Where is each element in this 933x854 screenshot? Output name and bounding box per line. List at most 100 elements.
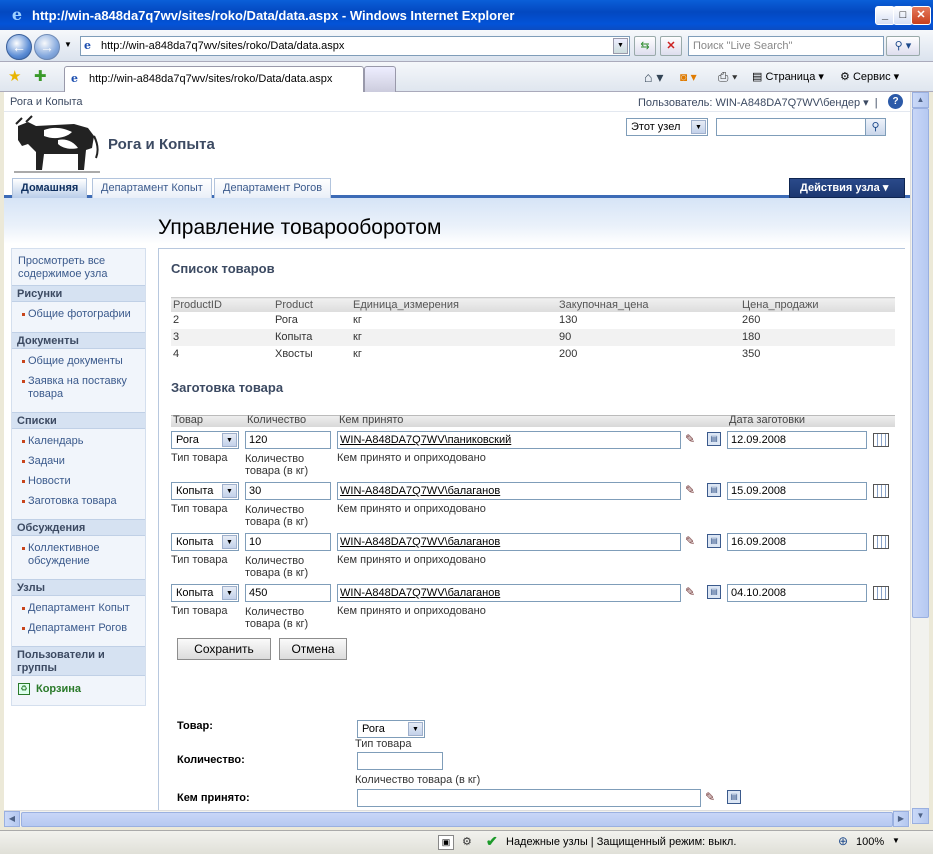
zoom-level[interactable]: 100%	[856, 836, 884, 848]
quantity-input[interactable]: 120	[245, 431, 331, 449]
help-icon[interactable]: ?	[888, 94, 903, 109]
column-header[interactable]: Закупочная_цена	[557, 297, 740, 312]
date-input[interactable]: 16.09.2008	[727, 533, 867, 551]
site-search-icon[interactable]: ⚲	[865, 119, 885, 135]
nav-heading-pictures[interactable]: Рисунки	[12, 285, 145, 302]
forward-button[interactable]: →	[34, 34, 60, 60]
maximize-button[interactable]: □	[893, 6, 913, 25]
security-icon[interactable]: ⚙	[462, 835, 472, 848]
address-book-icon[interactable]: ▤	[707, 483, 721, 497]
scope-dropdown-icon[interactable]: ▼	[691, 120, 706, 134]
calendar-icon[interactable]	[873, 484, 889, 498]
calendar-icon[interactable]	[873, 535, 889, 549]
check-names-icon[interactable]: ✎	[705, 790, 723, 806]
vertical-scrollbar[interactable]: ▲ ▼	[910, 92, 929, 824]
form-received-by-field[interactable]	[357, 789, 701, 807]
form-product-select[interactable]: Рога ▼	[357, 720, 425, 738]
column-header[interactable]: ProductID	[171, 297, 273, 312]
breadcrumb[interactable]: Рога и Копыта	[10, 96, 83, 108]
nav-heading-lists[interactable]: Списки	[12, 412, 145, 429]
check-names-icon[interactable]: ✎	[685, 483, 703, 499]
nav-heading-discussions[interactable]: Обсуждения	[12, 519, 145, 536]
print-icon[interactable]: ⎙ ▾	[718, 68, 737, 86]
received-by-field[interactable]: WIN-A848DA7Q7WV\балаганов	[337, 482, 681, 500]
page-menu[interactable]: ▤ Страница ▾	[752, 68, 824, 86]
popup-blocked-icon[interactable]: ▣	[438, 835, 454, 850]
search-button[interactable]: ⚲ ▾	[886, 36, 920, 56]
tab-dept-hooves[interactable]: Департамент Копыт	[92, 178, 212, 198]
new-tab-button[interactable]	[364, 66, 396, 92]
nav-item-team-discussion[interactable]: Коллективное обсуждение	[22, 542, 142, 568]
date-input[interactable]: 04.10.2008	[727, 584, 867, 602]
date-input[interactable]: 15.09.2008	[727, 482, 867, 500]
history-dropdown-icon[interactable]: ▼	[64, 40, 72, 49]
nav-item-procurement[interactable]: Заготовка товара	[22, 495, 142, 508]
tools-menu[interactable]: ⚙ Сервис ▾	[840, 68, 899, 86]
vertical-scroll-thumb[interactable]	[912, 108, 929, 618]
back-button[interactable]: ←	[6, 34, 32, 60]
product-select[interactable]: Копыта ▼	[171, 584, 239, 602]
address-book-icon[interactable]: ▤	[707, 534, 721, 548]
received-by-field[interactable]: WIN-A848DA7Q7WV\балаганов	[337, 533, 681, 551]
form-quantity-input[interactable]	[357, 752, 443, 770]
check-names-icon[interactable]: ✎	[685, 534, 703, 550]
product-select[interactable]: Копыта ▼	[171, 482, 239, 500]
address-book-icon[interactable]: ▤	[707, 432, 721, 446]
save-button[interactable]: Сохранить	[177, 638, 271, 660]
site-actions-menu[interactable]: Действия узла ▾	[789, 178, 905, 198]
check-names-icon[interactable]: ✎	[685, 585, 703, 601]
check-names-icon[interactable]: ✎	[685, 432, 703, 448]
quantity-input[interactable]: 10	[245, 533, 331, 551]
calendar-icon[interactable]	[873, 586, 889, 600]
product-select[interactable]: Рога ▼	[171, 431, 239, 449]
scroll-down-icon[interactable]: ▼	[912, 808, 929, 824]
nav-heading-people[interactable]: Пользователи и группы	[12, 646, 145, 676]
favorites-star-icon[interactable]: ★	[8, 68, 21, 86]
column-header[interactable]: Единица_измерения	[351, 297, 557, 312]
home-icon[interactable]: ⌂ ▾	[644, 68, 663, 86]
refresh-icon[interactable]: ⇆	[634, 36, 656, 56]
security-zone-text[interactable]: Надежные узлы | Защищенный режим: выкл.	[506, 836, 736, 848]
product-select[interactable]: Копыта ▼	[171, 533, 239, 551]
horizontal-scrollbar[interactable]: ◀ ▶	[4, 810, 910, 827]
received-by-field[interactable]: WIN-A848DA7Q7WV\балаганов	[337, 584, 681, 602]
quantity-input[interactable]: 450	[245, 584, 331, 602]
tab-dept-horns[interactable]: Департамент Рогов	[214, 178, 332, 198]
nav-item-site-horns[interactable]: Департамент Рогов	[22, 622, 142, 635]
nav-heading-documents[interactable]: Документы	[12, 332, 145, 349]
site-search-input[interactable]: ⚲	[716, 118, 886, 136]
scroll-up-icon[interactable]: ▲	[912, 92, 929, 108]
received-by-field[interactable]: WIN-A848DA7Q7WV\паниковский	[337, 431, 681, 449]
nav-item-shared-pictures[interactable]: Общие фотографии	[22, 308, 142, 321]
address-book-icon[interactable]: ▤	[707, 585, 721, 599]
minimize-button[interactable]: _	[875, 6, 895, 25]
nav-item-news[interactable]: Новости	[22, 475, 142, 488]
search-scope-select[interactable]: Этот узел ▼	[626, 118, 708, 136]
user-menu[interactable]: Пользователь: WIN-A848DA7Q7WV\бендер ▾ |	[638, 96, 878, 109]
browser-tab[interactable]: e http://win-a848da7q7wv/sites/roko/Data…	[64, 66, 364, 92]
recycle-bin-link[interactable]: Корзина	[36, 683, 81, 695]
column-header[interactable]: Product	[273, 297, 351, 312]
nav-heading-sites[interactable]: Узлы	[12, 579, 145, 596]
zoom-dropdown-icon[interactable]: ▼	[892, 836, 900, 845]
site-title[interactable]: Рога и Копыта	[108, 136, 215, 153]
add-favorite-icon[interactable]: ✚	[34, 68, 47, 86]
horizontal-scroll-thumb[interactable]	[21, 812, 893, 827]
nav-item-supply-request[interactable]: Заявка на поставку товара	[22, 375, 142, 401]
calendar-icon[interactable]	[873, 433, 889, 447]
view-all-content-link[interactable]: Просмотреть все содержимое узла	[18, 255, 138, 281]
column-header[interactable]: Цена_продажи	[740, 297, 895, 312]
nav-item-tasks[interactable]: Задачи	[22, 455, 142, 468]
nav-item-site-hooves[interactable]: Департамент Копыт	[22, 602, 142, 615]
address-input[interactable]: e http://win-a848da7q7wv/sites/roko/Data…	[80, 36, 630, 56]
scroll-left-icon[interactable]: ◀	[4, 811, 20, 827]
nav-item-calendar[interactable]: Календарь	[22, 435, 142, 448]
address-book-icon[interactable]: ▤	[727, 790, 741, 804]
date-input[interactable]: 12.09.2008	[727, 431, 867, 449]
address-dropdown-icon[interactable]: ▼	[613, 38, 628, 54]
search-input[interactable]: Поиск "Live Search"	[688, 36, 884, 56]
nav-item-shared-documents[interactable]: Общие документы	[22, 355, 142, 368]
scroll-right-icon[interactable]: ▶	[893, 811, 909, 827]
stop-icon[interactable]: ✕	[660, 36, 682, 56]
feeds-icon[interactable]: ◙ ▾	[680, 68, 697, 86]
